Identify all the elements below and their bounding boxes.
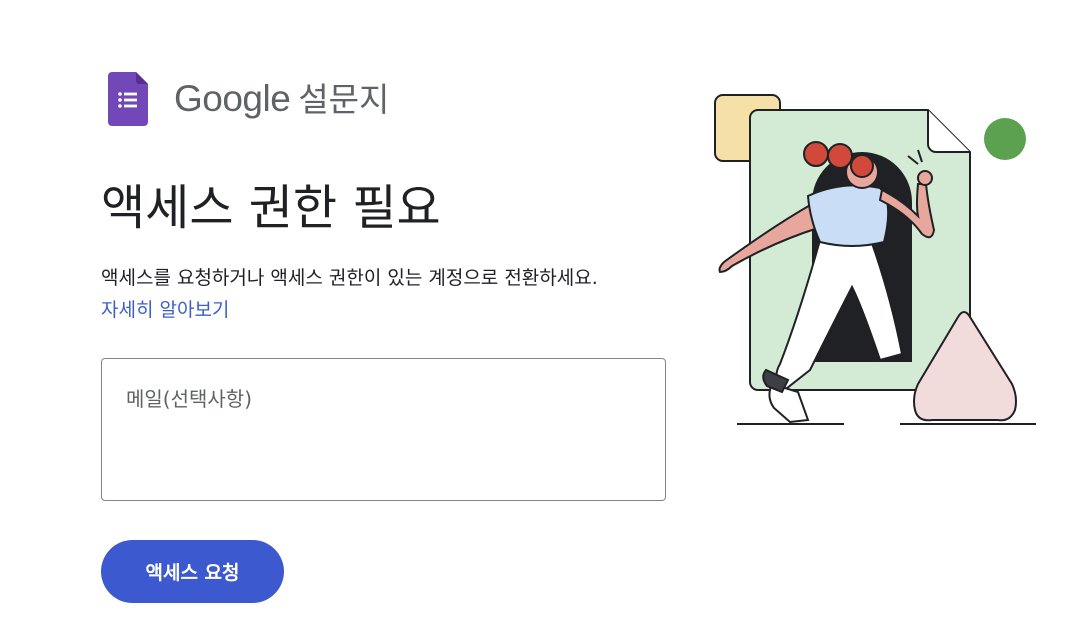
- brand-wordmark: Google 설문지: [174, 73, 389, 121]
- doorway-illustration: [714, 94, 1036, 425]
- google-forms-logo: Google 설문지: [108, 72, 389, 126]
- description-text: 액세스를 요청하거나 액세스 권한이 있는 계정으로 전환하세요.: [101, 267, 598, 289]
- green-circle-shape: [984, 118, 1026, 160]
- person-shirt: [806, 184, 890, 247]
- learn-more-link[interactable]: 자세히 알아보기: [101, 294, 681, 326]
- email-field[interactable]: [101, 358, 666, 501]
- brand-google-text: Google: [174, 78, 291, 119]
- description-block: 액세스를 요청하거나 액세스 권한이 있는 계정으로 전환하세요. 자세히 알아…: [101, 262, 681, 326]
- brand-product-text: 설문지: [298, 80, 390, 119]
- page-title: 액세스 권한 필요: [101, 180, 441, 236]
- google-forms-icon: [108, 72, 148, 126]
- request-access-button[interactable]: 액세스 요청: [101, 540, 284, 603]
- access-required-page: Google 설문지 액세스 권한 필요 액세스를 요청하거나 액세스 권한이 …: [0, 0, 1091, 642]
